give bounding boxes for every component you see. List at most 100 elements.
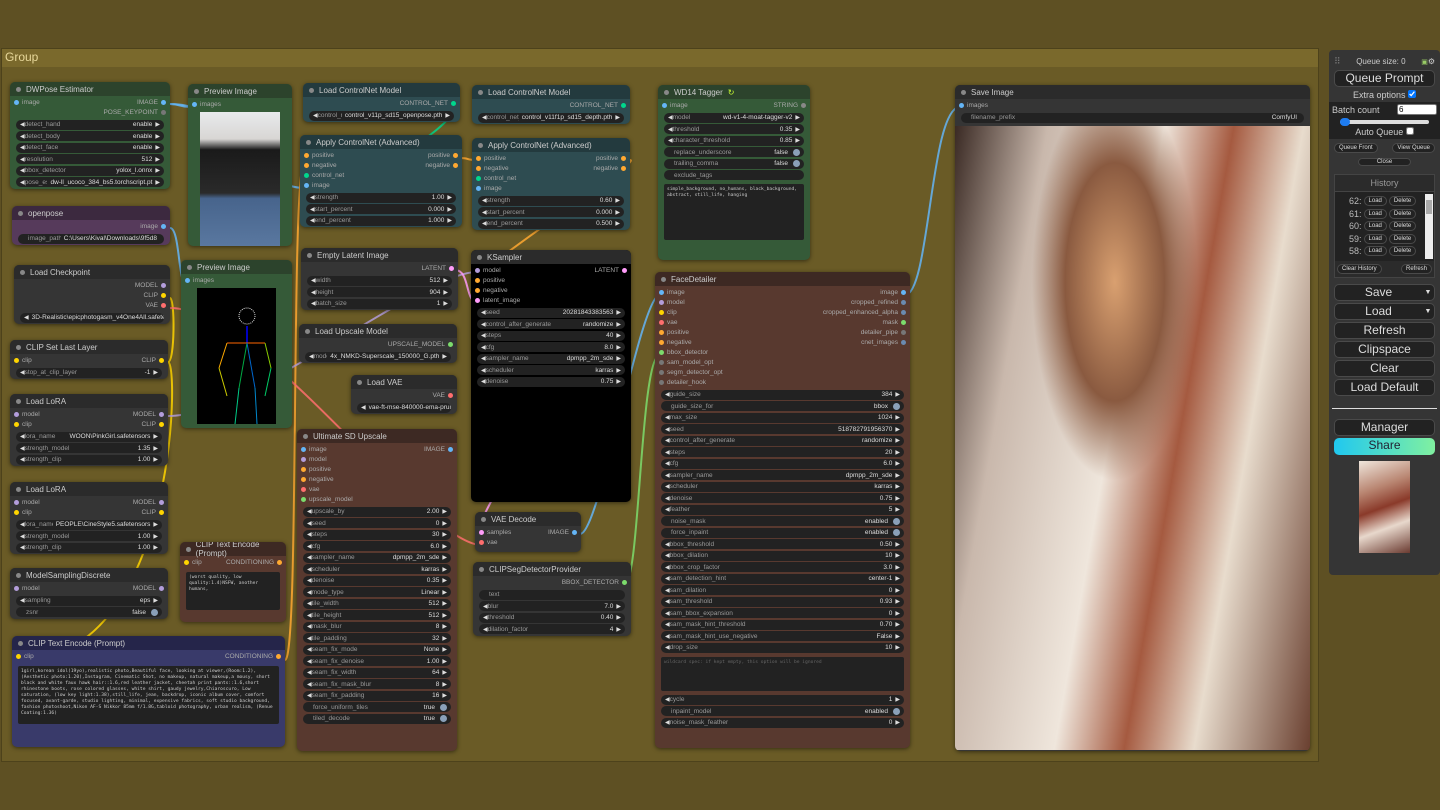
widget-sampler-name[interactable]: ◀ sampler_name dpmpp_2m_sde ▶	[661, 470, 904, 480]
slot-dot-icon[interactable]	[304, 182, 309, 188]
input-slot-negative[interactable]: negative	[475, 285, 520, 295]
collapse-dot-icon[interactable]	[305, 328, 310, 334]
arrow-right-icon[interactable]: ▶	[442, 566, 447, 573]
collapse-dot-icon[interactable]	[306, 139, 311, 145]
node-load-lora[interactable]: Load LoRA model clip MODEL CLIP ◀ lora_name PEO…	[10, 482, 168, 554]
slot-dot-icon[interactable]	[184, 559, 189, 565]
gear-icon[interactable]: ⚙	[1428, 57, 1435, 66]
widget-threshold[interactable]: ◀ threshold 0.40 ▶	[479, 612, 625, 623]
slot-dot-icon[interactable]	[301, 476, 306, 482]
node-load-vae[interactable]: Load VAE VAE ◀vae-ft-mse-840000-ema-pruned…	[351, 375, 457, 414]
arrow-right-icon[interactable]: ▶	[895, 506, 900, 513]
arrow-right-icon[interactable]: ▶	[795, 114, 800, 121]
output-slot-image[interactable]: IMAGE	[424, 444, 453, 454]
widget-trailing-comma[interactable]: trailing_comma false	[664, 158, 804, 169]
collapse-dot-icon[interactable]	[16, 398, 21, 404]
collapse-dot-icon[interactable]	[16, 486, 21, 492]
arrow-right-icon[interactable]: ▶	[442, 531, 447, 538]
slot-dot-icon[interactable]	[659, 339, 664, 345]
slot-dot-icon[interactable]	[901, 289, 906, 295]
collapse-dot-icon[interactable]	[477, 254, 482, 260]
widget-inpaint-model[interactable]: inpaint_model enabled	[661, 706, 904, 716]
widget-scheduler[interactable]: ◀ scheduler karras ▶	[661, 481, 904, 492]
group-title[interactable]: Group	[2, 49, 1318, 67]
widget-control-after-generate[interactable]: ◀ control_after_generate randomize ▶	[477, 319, 625, 329]
slot-dot-icon[interactable]	[901, 329, 906, 335]
output-slot-model[interactable]: MODEL	[133, 583, 164, 593]
node-vae-decode[interactable]: VAE Decode samples vae IMAGE	[475, 512, 581, 552]
slot-dot-icon[interactable]	[304, 172, 309, 178]
output-slot-clip[interactable]: CLIP	[144, 290, 166, 300]
arrow-right-icon[interactable]: ▶	[442, 589, 447, 596]
arrow-right-icon[interactable]: ▶	[616, 367, 621, 374]
node-load-checkpoint[interactable]: Load Checkpoint MODEL CLIP VAE ◀ 3D-Realistic…	[14, 265, 170, 324]
arrow-right-icon[interactable]: ▶	[616, 321, 621, 328]
input-slot-clip[interactable]: clip	[184, 557, 202, 567]
input-slot-latent-image[interactable]: latent_image	[475, 295, 520, 305]
slot-dot-icon[interactable]	[301, 486, 306, 492]
arrow-right-icon[interactable]: ▶	[442, 646, 447, 653]
slot-dot-icon[interactable]	[159, 357, 164, 363]
text-area[interactable]: wildcard spec: if kept empty, this optio…	[661, 656, 904, 691]
arrow-right-icon[interactable]: ▶	[447, 194, 452, 201]
slot-dot-icon[interactable]	[801, 102, 806, 108]
widget-strength[interactable]: ◀ strength 1.00 ▶	[306, 192, 456, 203]
arrow-right-icon[interactable]: ▶	[442, 600, 447, 607]
arrow-right-icon[interactable]: ▶	[895, 426, 900, 433]
arrow-right-icon[interactable]: ▶	[895, 472, 900, 479]
slot-dot-icon[interactable]	[659, 359, 664, 365]
widget-feather[interactable]: ◀ feather 5 ▶	[661, 504, 904, 515]
widget-seam-fix-mask-blur[interactable]: ◀ seam_fix_mask_blur 8 ▶	[303, 679, 451, 689]
load-default-button[interactable]: Load Default	[1334, 378, 1435, 396]
history-delete-button[interactable]: Delete	[1388, 246, 1417, 257]
input-slot-negative[interactable]: negative	[476, 163, 516, 173]
input-slot-image[interactable]: image	[662, 100, 688, 110]
toggle-icon[interactable]	[440, 703, 447, 711]
collapse-dot-icon[interactable]	[18, 640, 23, 646]
arrow-right-icon[interactable]: ▶	[895, 449, 900, 456]
slot-dot-icon[interactable]	[476, 175, 481, 181]
slot-dot-icon[interactable]	[476, 165, 481, 171]
node-header[interactable]: Load Upscale Model	[299, 324, 457, 338]
node-header[interactable]: WD14 Tagger ↻	[658, 85, 810, 99]
widget-seed[interactable]: ◀ seed 0 ▶	[303, 518, 451, 528]
widget-height[interactable]: ◀ height 904 ▶	[307, 287, 452, 297]
input-slot-model[interactable]: model	[301, 454, 353, 464]
output-slot-control-net[interactable]: CONTROL_NET	[570, 100, 626, 110]
output-slot-vae[interactable]: VAE	[432, 390, 453, 400]
arrow-right-icon[interactable]: ▶	[442, 635, 447, 642]
widget-force-inpaint[interactable]: force_inpaint enabled	[661, 527, 904, 538]
arrow-right-icon[interactable]: ▶	[153, 369, 158, 376]
arrow-right-icon[interactable]: ▶	[153, 456, 158, 463]
arrow-right-icon[interactable]: ▶	[895, 541, 900, 548]
output-slot-cropped-enhanced-alpha[interactable]: cropped_enhanced_alpha	[823, 307, 906, 317]
widget-batch-size[interactable]: ◀ batch_size 1 ▶	[307, 298, 452, 309]
widget-upscale-by[interactable]: ◀ upscale_by 2.00 ▶	[303, 506, 451, 517]
input-slot-model[interactable]: model	[14, 409, 40, 419]
input-slot-vae[interactable]: vae	[301, 484, 353, 494]
input-slot-sam-model-opt[interactable]: sam_model_opt	[659, 357, 723, 367]
node-header[interactable]: openpose	[12, 206, 170, 220]
collapse-dot-icon[interactable]	[20, 269, 25, 275]
arrow-right-icon[interactable]: ▶	[895, 414, 900, 421]
output-slot-cnet-images[interactable]: cnet_images	[861, 337, 906, 347]
history-refresh-button[interactable]: Refresh	[1400, 263, 1432, 274]
input-slot-images[interactable]: images	[185, 275, 214, 285]
widget-bbox-threshold[interactable]: ◀ bbox_threshold 0.50 ▶	[661, 539, 904, 549]
close-button[interactable]: Close	[1357, 158, 1412, 166]
slot-dot-icon[interactable]	[159, 585, 164, 591]
widget-seam-fix-padding[interactable]: ◀ seam_fix_padding 16 ▶	[303, 690, 451, 701]
toggle-icon[interactable]	[793, 160, 800, 167]
widget-strength-model[interactable]: ◀ strength_model 1.35 ▶	[16, 443, 162, 453]
arrow-right-icon[interactable]: ▶	[895, 598, 900, 605]
output-slot-clip[interactable]: CLIP	[142, 419, 164, 429]
collapse-dot-icon[interactable]	[18, 210, 23, 216]
output-slot-detailer-pipe[interactable]: detailer_pipe	[861, 327, 906, 337]
slot-dot-icon[interactable]	[659, 349, 664, 355]
toggle-icon[interactable]	[893, 402, 900, 410]
slot-dot-icon[interactable]	[16, 653, 21, 659]
output-slot-image[interactable]: image	[880, 287, 906, 297]
clear-button[interactable]: Clear	[1334, 359, 1435, 377]
widget-sam-mask-hint-use-negative[interactable]: ◀ sam_mask_hint_use_negative False ▶	[661, 631, 904, 641]
history-scrollbar[interactable]	[1425, 194, 1433, 259]
